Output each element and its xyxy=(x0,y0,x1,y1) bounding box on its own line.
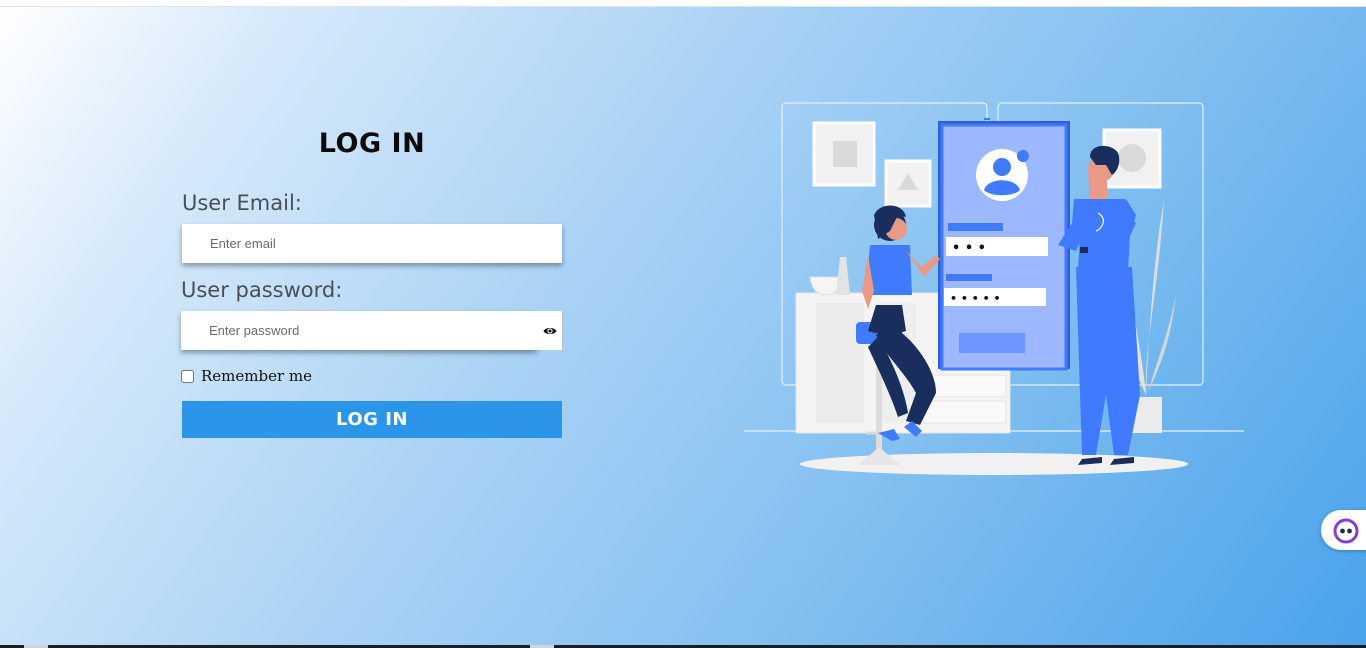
email-label: User Email: xyxy=(182,191,302,215)
plant-leaves xyxy=(1145,200,1164,397)
login-illustration: • • • • • • • • xyxy=(744,102,1244,475)
remember-me-checkbox[interactable] xyxy=(181,369,194,383)
eye-icon xyxy=(543,327,556,334)
phone-dots-1: • • • xyxy=(952,241,986,256)
email-field-container xyxy=(182,224,562,263)
vase xyxy=(836,257,850,295)
password-toggle-button[interactable] xyxy=(537,311,563,350)
password-label: User password: xyxy=(181,278,343,302)
email-field[interactable] xyxy=(182,224,562,263)
remember-me-row: Remember me xyxy=(181,366,312,386)
chat-widget-button[interactable] xyxy=(1321,510,1366,550)
login-button[interactable]: LOG IN xyxy=(182,401,562,438)
man-figure xyxy=(1058,145,1140,465)
remember-me-label[interactable]: Remember me xyxy=(201,367,312,385)
phone-dots-2: • • • • • xyxy=(950,292,1000,305)
top-border xyxy=(0,0,1366,7)
chat-bot-icon xyxy=(1333,518,1359,544)
phone-button xyxy=(957,331,1027,355)
page-title: LOG IN xyxy=(318,128,426,159)
password-field-container xyxy=(181,311,537,350)
password-field[interactable] xyxy=(181,311,537,350)
floor-shadow xyxy=(800,453,1188,475)
